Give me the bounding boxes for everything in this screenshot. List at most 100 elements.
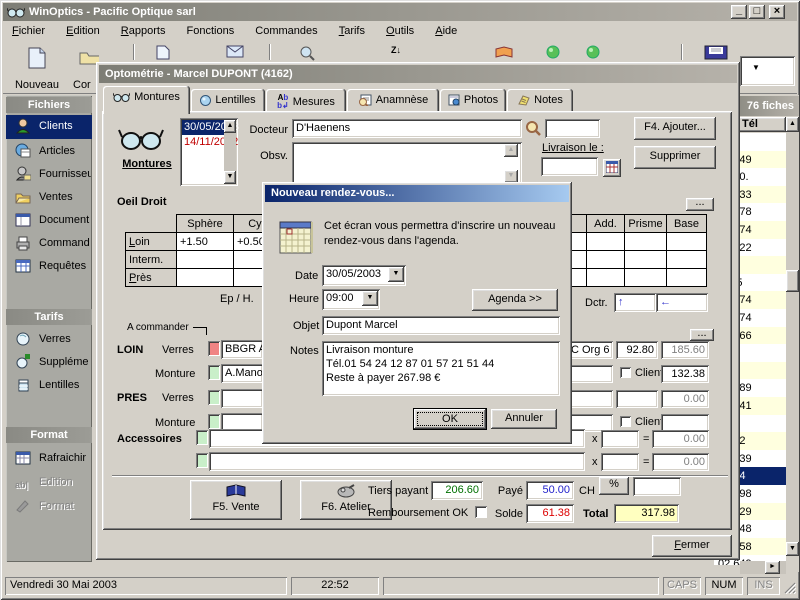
resize-grip[interactable] [783,581,796,594]
acc2-field[interactable] [209,452,585,471]
pres-client-checkbox[interactable] [620,416,631,427]
ellipsis-button-mid[interactable]: ... [690,329,714,341]
arrow-left-icon: ← [660,296,671,308]
menu-aide[interactable]: Aide [426,22,466,40]
sidebar-item-lentilles[interactable]: Lentilles [6,374,92,397]
pres-verres-field[interactable] [221,389,263,408]
vente-button[interactable]: F5. Vente [190,480,282,520]
menu-outils[interactable]: Outils [377,22,423,40]
minimize-button[interactable]: _ [731,5,747,19]
paye-field[interactable]: 50.00 [526,481,574,500]
fermer-button[interactable]: Fermer [652,535,732,557]
sidebar-item-articles[interactable]: Articles [6,140,92,163]
sidebar-item-documents[interactable]: Document [6,209,92,232]
sidebar-item-commandes[interactable]: Command [6,232,92,255]
ajouter-button[interactable]: F4. Ajouter... [634,117,716,140]
menu-edition[interactable]: Edition [57,22,109,40]
loin-verres-field[interactable]: BBGR AS [221,340,263,359]
pres-sphere-cell[interactable] [177,269,234,287]
sidebar-item-verres[interactable]: Verres [6,328,92,351]
loin-buy-field[interactable]: 92.80 [616,341,658,359]
acc2-qty-field[interactable] [601,453,639,471]
open-button[interactable]: Cor [69,45,99,91]
scrollbar-track[interactable] [224,133,236,171]
obsv-field[interactable]: ▲ ▼ [292,142,522,185]
loin-monture-field[interactable]: A.Manouk [221,364,263,383]
ok-button[interactable]: OK [414,409,486,429]
scroll-right-icon[interactable]: ► [765,561,780,574]
scroll-up-icon[interactable]: ▲ [224,120,236,133]
loin-sphere-cell[interactable]: +1.50 [177,233,234,251]
acc2-order-checkbox[interactable] [196,453,208,468]
percent-button[interactable]: % [599,477,629,495]
visit-date-item-selected[interactable]: 30/05/2003 [182,120,224,135]
menu-tarifs[interactable]: Tarifs [330,22,374,40]
visit-date-list[interactable]: 30/05/2003 14/11/2002 ▲ ▼ [180,118,238,186]
solde-field[interactable]: 61.38 [526,504,574,523]
pres-category-field[interactable] [567,390,613,408]
scroll-up-icon[interactable]: ▲ [504,144,518,157]
remboursement-checkbox[interactable] [475,506,487,518]
agenda-button[interactable]: Agenda >> [472,289,558,311]
clients-icon [15,118,31,134]
menu-rapports[interactable]: Rapports [112,22,175,40]
sidebar-item-ventes[interactable]: Ventes [6,186,92,209]
new-button[interactable]: Nouveau [8,45,66,91]
menu-fichier[interactable]: Fichier [3,22,54,40]
loin-monture-order-checkbox[interactable] [208,365,220,380]
scrollbar-thumb[interactable] [786,270,799,292]
sidebar-item-clients[interactable]: Clients [6,115,92,139]
montures-side-label[interactable]: Montures [114,158,180,170]
annuler-button[interactable]: Annuler [491,409,557,429]
loin-category-field[interactable]: C Org 6 [567,341,613,359]
visit-date-item[interactable]: 14/11/2002 [182,135,224,150]
scroll-down-icon[interactable]: ▼ [224,171,236,184]
sidebar-item-requetes[interactable]: Requêtes [6,255,92,278]
supprimer-button[interactable]: Supprimer [634,146,716,169]
acc1-order-checkbox[interactable] [196,430,208,445]
sidebar-item-fournisseurs[interactable]: Fournisseu [6,163,92,186]
ellipsis-button-top[interactable]: ... [686,198,714,211]
pres-buy-field[interactable] [616,390,658,408]
livraison-date-field[interactable] [541,157,598,176]
menu-bar: Fichier Edition Rapports Fonctions Comma… [3,22,797,42]
sidebar-item-rafraichir[interactable]: Rafraichir [6,447,92,470]
scrollbar-track[interactable] [786,132,799,542]
chevron-down-icon[interactable]: ▼ [388,267,404,282]
chevron-down-icon[interactable]: ▼ [362,291,378,306]
close-button[interactable]: × [769,5,785,19]
toolbar-combobox[interactable]: ▼ [740,56,795,86]
search-icon[interactable] [525,120,542,137]
sidebar-header-tarifs: Tarifs [6,309,92,325]
status-bar: Vendredi 30 Mai 2003 22:52 CAPS NUM INS [3,575,797,597]
docteur-extra-field[interactable] [545,119,600,138]
pres-verres-order-checkbox[interactable] [208,390,220,405]
loin-monture-price-field[interactable]: 132.38 [661,365,709,383]
scroll-down-icon[interactable]: ▼ [786,542,799,556]
loin-verres-order-checkbox[interactable] [208,341,220,356]
loin-monture-extra-field[interactable] [567,365,613,383]
rdv-date-combo[interactable]: 30/05/2003 ▼ [322,265,406,286]
pres-client-label: Client [635,416,663,428]
tab-montures[interactable]: Montures [103,86,190,114]
tiers-payant-field[interactable]: 206.60 [431,481,483,500]
rdv-objet-field[interactable]: Dupont Marcel [322,316,560,335]
sidebar-item-supplements[interactable]: Suppléme [6,351,92,374]
rdv-heure-combo[interactable]: 09:00 ▼ [322,289,380,310]
menu-fonctions[interactable]: Fonctions [178,22,244,40]
docteur-field[interactable]: D'Haenens [292,119,522,138]
pres-monture-order-checkbox[interactable] [208,414,220,429]
vente-button-label: F5. Vente [190,501,282,513]
dctr-left-field[interactable]: ← [656,293,708,312]
calendar-picker-button[interactable] [603,159,621,177]
loin-client-checkbox[interactable] [620,367,631,378]
rdv-notes-textarea[interactable]: Livraison monture Tél.01 54 24 12 87 01 … [322,341,560,396]
scroll-up-icon[interactable]: ▲ [786,117,799,132]
maximize-button[interactable]: □ [749,5,765,19]
acc1-qty-field[interactable] [601,430,639,448]
tool-icon [336,484,356,498]
interm-sphere-cell[interactable] [177,251,234,269]
menu-commandes[interactable]: Commandes [246,22,326,40]
dctr-up-field[interactable]: ↑ [614,293,656,312]
ch-amount-field[interactable] [633,477,681,496]
